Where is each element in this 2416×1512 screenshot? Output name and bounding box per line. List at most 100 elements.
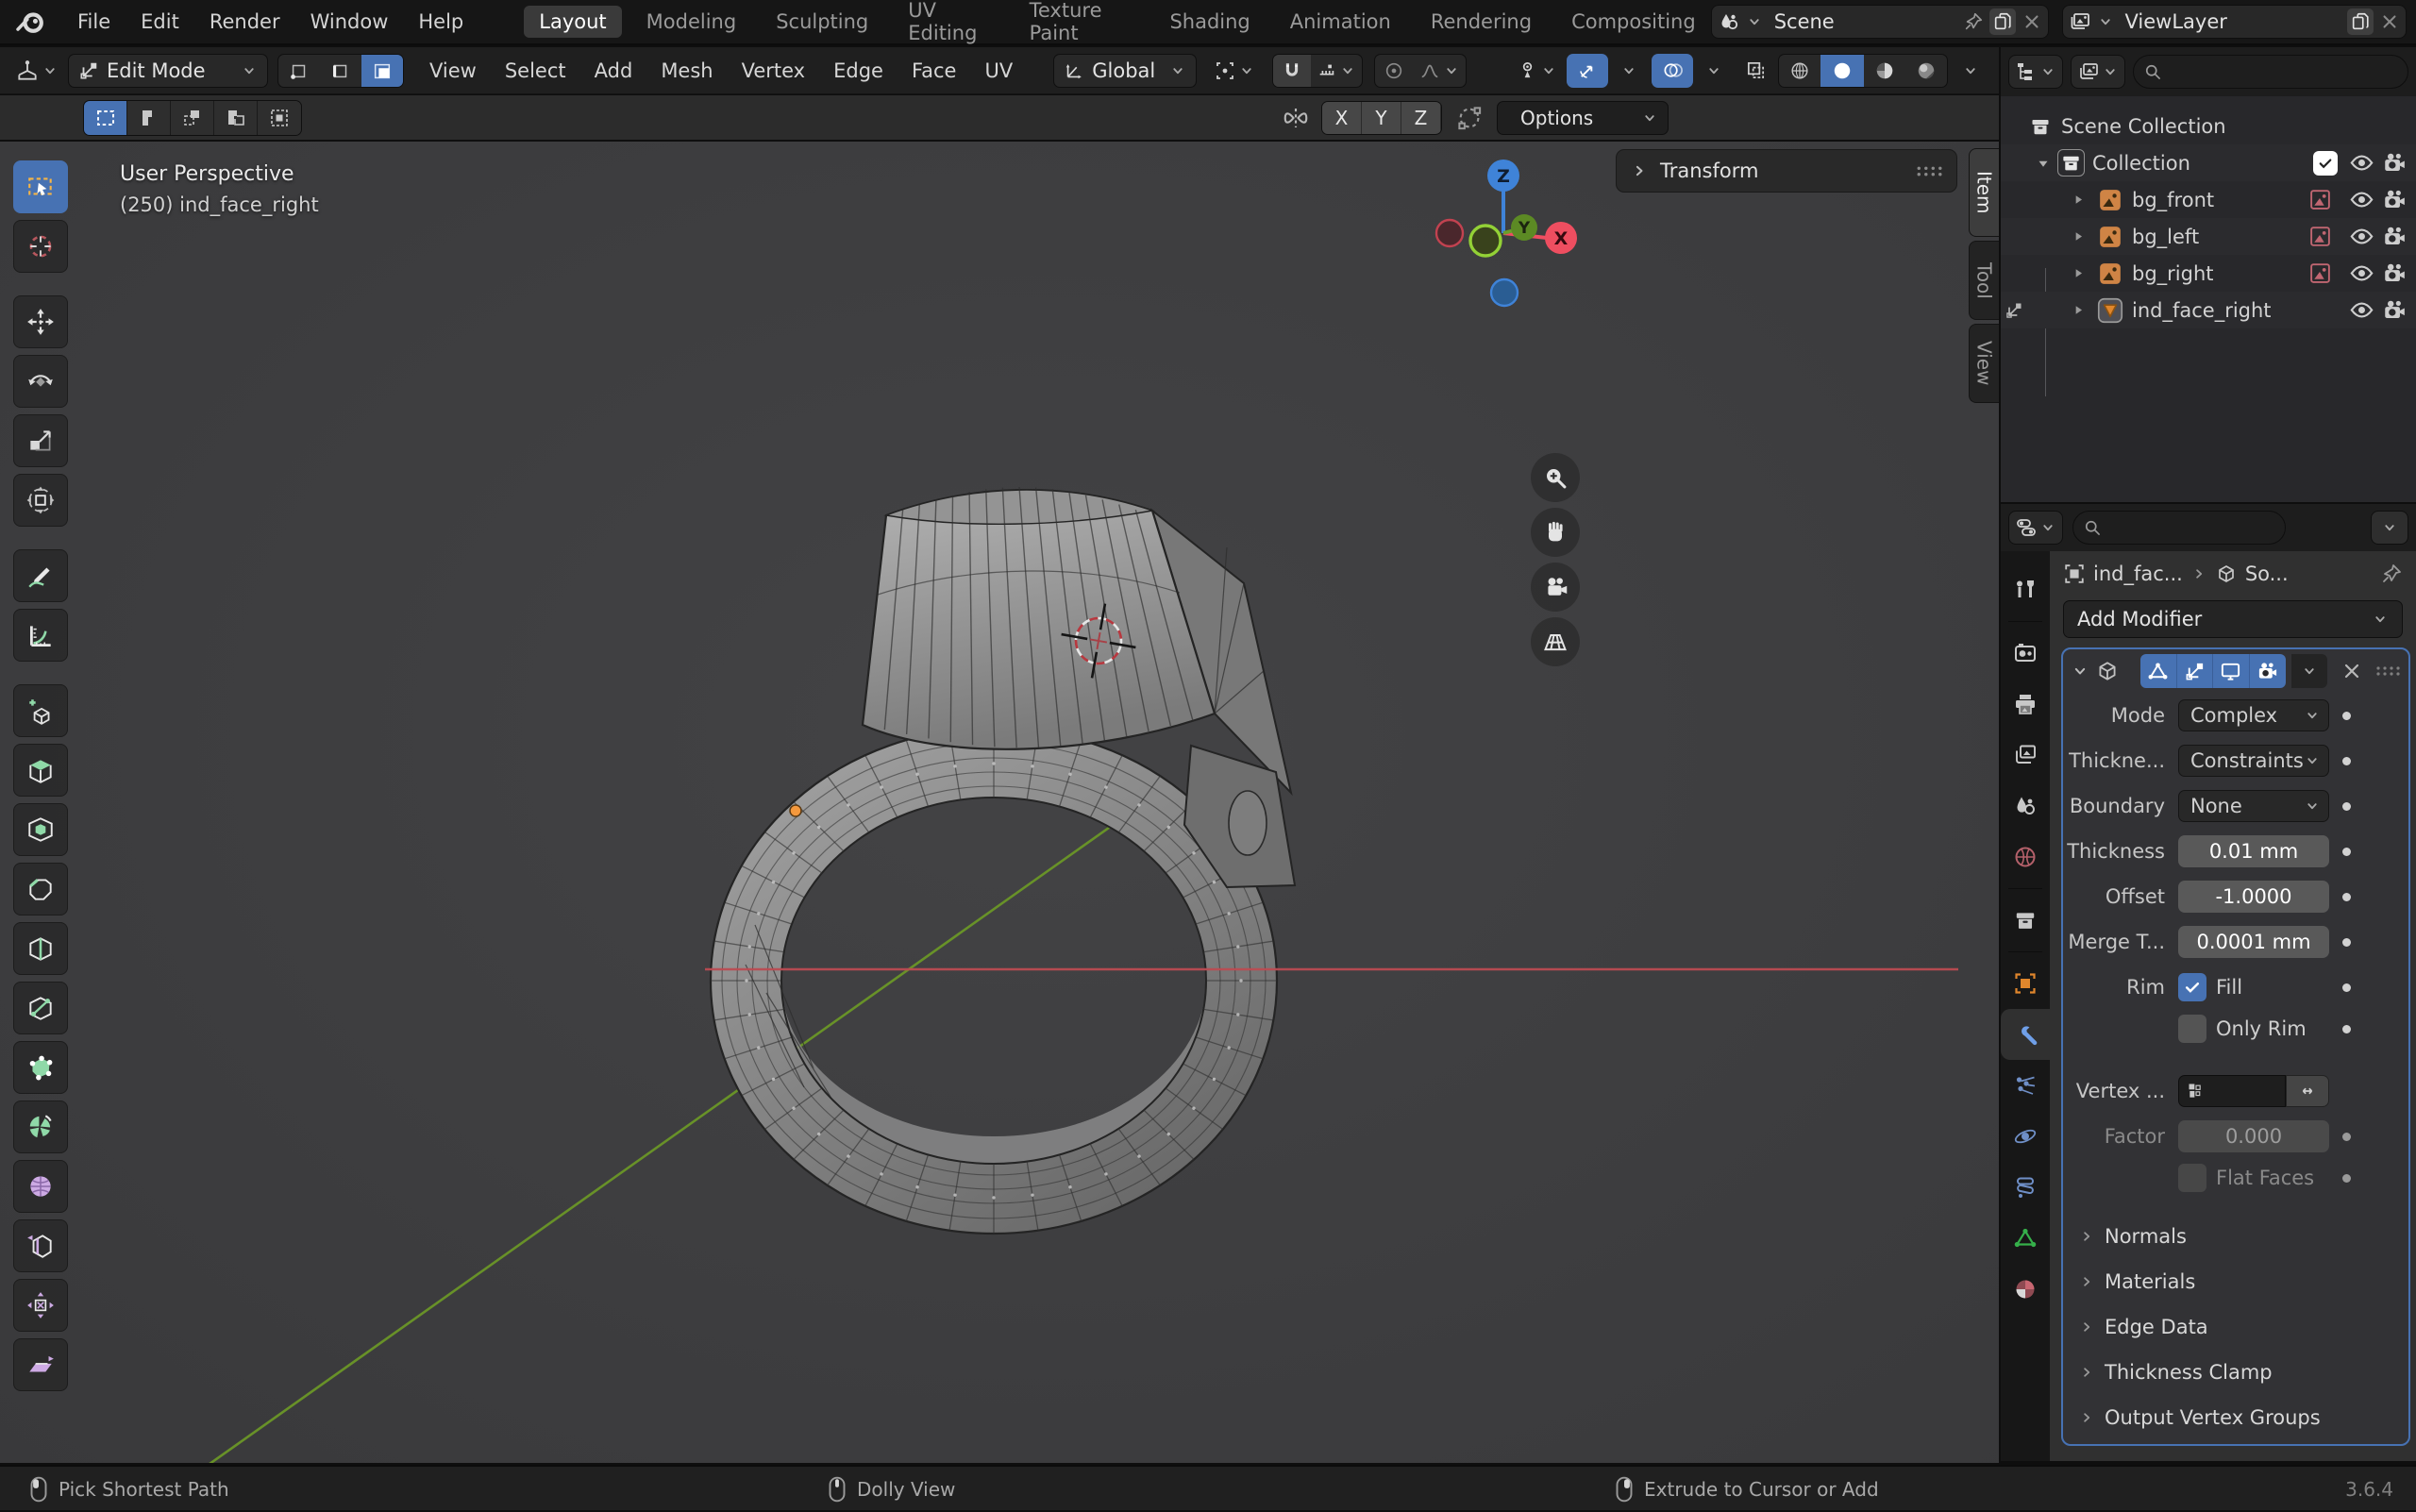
unlink-scene-icon[interactable] [2022,11,2042,32]
tab-particles[interactable] [2001,1060,2050,1111]
tool-loop-cut[interactable] [13,922,68,975]
tool-measure[interactable] [13,609,68,662]
disclosure-right-icon[interactable] [2071,228,2087,244]
menu-edge[interactable]: Edge [821,56,896,86]
disclosure-right-icon[interactable] [2071,265,2087,281]
new-scene-button[interactable] [1989,8,2016,35]
vertex-group-field[interactable] [2178,1075,2286,1107]
vertex-select-mode-button[interactable] [278,55,320,87]
tab-constraints[interactable] [2001,1162,2050,1213]
outliner-display-mode-dropdown[interactable] [2008,55,2063,89]
collection-checkbox[interactable] [2313,151,2338,176]
gizmos-dropdown[interactable] [1610,54,1648,88]
sidebar-tab-view[interactable]: View [1969,324,1999,403]
tool-annotate[interactable] [13,549,68,602]
only-rim-checkbox[interactable] [2178,1015,2206,1043]
pin-icon[interactable] [1963,11,1984,32]
eye-icon[interactable] [2349,187,2374,212]
workspace-tab-layout[interactable]: Layout [524,6,621,38]
menu-file[interactable]: File [62,7,126,37]
thickness-field[interactable]: 0.01 mm [2178,835,2329,867]
tool-cursor[interactable] [13,220,68,273]
gizmo-axis-neg-x[interactable] [1436,220,1463,246]
mirror-x-button[interactable]: X [1322,102,1362,134]
zoom-button[interactable] [1531,453,1580,502]
menu-view[interactable]: View [417,56,489,86]
tool-add-cube[interactable] [13,684,68,737]
proportional-projected-icon[interactable] [1455,104,1484,132]
tool-select-box[interactable] [13,160,68,213]
workspace-tab-compositing[interactable]: Compositing [1556,6,1711,38]
section-output-vertex-groups[interactable]: Output Vertex Groups [2063,1395,2408,1440]
animate-dot[interactable] [2342,938,2351,947]
overlays-dropdown[interactable] [1695,54,1733,88]
animate-dot[interactable] [2342,893,2351,901]
transform-panel-header[interactable]: Transform [1616,149,1957,193]
tab-world[interactable] [2001,832,2050,882]
eye-icon[interactable] [2349,260,2374,286]
edge-select-mode-button[interactable] [320,55,361,87]
camera-visibility-icon[interactable] [2382,188,2407,212]
tab-collection[interactable] [2001,895,2050,946]
boundary-dropdown[interactable]: None [2178,790,2329,822]
menu-uv[interactable]: UV [972,56,1025,86]
disclosure-right-icon[interactable] [2071,192,2087,208]
tab-output[interactable] [2001,679,2050,730]
workspace-tab-uv-editing[interactable]: UV Editing [893,0,1004,49]
mode-selector[interactable]: Edit Mode [68,54,268,88]
breadcrumb-object[interactable]: ind_fac... [2093,563,2183,585]
outliner-row-scene-collection[interactable]: Scene Collection [2001,108,2416,144]
mirror-z-button[interactable]: Z [1401,102,1441,134]
shading-material-button[interactable] [1864,55,1905,87]
menu-edit[interactable]: Edit [126,7,194,37]
animate-dot[interactable] [2342,848,2351,856]
proportional-edit-toggle[interactable] [1375,55,1413,87]
workspace-tab-shading[interactable]: Shading [1154,6,1265,38]
tab-view-layer[interactable] [2001,730,2050,781]
view-layer-selector[interactable]: ViewLayer [2062,5,2407,39]
mirror-y-button[interactable]: Y [1362,102,1401,134]
select-subtract-button[interactable] [171,101,214,135]
camera-view-button[interactable] [1531,563,1580,612]
animate-dot[interactable] [2342,757,2351,765]
camera-visibility-icon[interactable] [2382,225,2407,249]
outliner-row-bg-right[interactable]: bg_right [2001,255,2416,292]
animate-dot[interactable] [2342,802,2351,811]
properties-editor-type-button[interactable] [2008,511,2063,545]
animate-dot[interactable] [2342,1174,2351,1183]
transform-orientation-dropdown[interactable]: Global [1053,54,1197,88]
navigation-gizmo[interactable]: Y Z X [1416,151,1604,321]
animate-dot[interactable] [2342,712,2351,720]
image-data-icon[interactable] [2308,261,2332,285]
tab-render[interactable] [2001,628,2050,679]
tab-material[interactable] [2001,1264,2050,1315]
viewport-canvas[interactable]: User Perspective (250) ind_face_right [0,142,1999,1463]
invert-vertex-group-button[interactable] [2286,1075,2329,1107]
thickness-mode-dropdown[interactable]: Constraints [2178,745,2329,777]
pan-hand-button[interactable] [1531,508,1580,557]
add-modifier-dropdown[interactable]: Add Modifier [2063,600,2403,638]
on-cage-toggle[interactable] [2140,654,2177,688]
tool-inset-faces[interactable] [13,803,68,856]
options-dropdown[interactable]: Options [1497,101,1669,135]
animate-dot[interactable] [2342,983,2351,992]
delete-modifier-icon[interactable] [2340,660,2363,682]
camera-visibility-icon[interactable] [2382,298,2407,323]
tool-extrude-region[interactable] [13,744,68,797]
section-materials[interactable]: Materials [2063,1259,2408,1304]
tool-rotate[interactable] [13,355,68,408]
xray-toggle[interactable] [1736,54,1774,88]
disclosure-down-icon[interactable] [2035,155,2052,172]
show-gizmo-dropdown[interactable] [1511,54,1563,88]
animate-dot[interactable] [2342,1025,2351,1033]
workspace-tab-animation[interactable]: Animation [1275,6,1406,38]
section-edge-data[interactable]: Edge Data [2063,1304,2408,1350]
snap-toggle-button[interactable] [1273,55,1311,87]
disclosure-right-icon[interactable] [2071,302,2087,318]
select-set-button[interactable] [84,101,127,135]
shading-dropdown[interactable] [1952,54,1989,88]
sidebar-tab-tool[interactable]: Tool [1969,241,1999,320]
properties-search[interactable] [2072,511,2286,545]
outliner-search-input[interactable] [2170,61,2398,83]
editor-type-button[interactable] [9,54,64,88]
